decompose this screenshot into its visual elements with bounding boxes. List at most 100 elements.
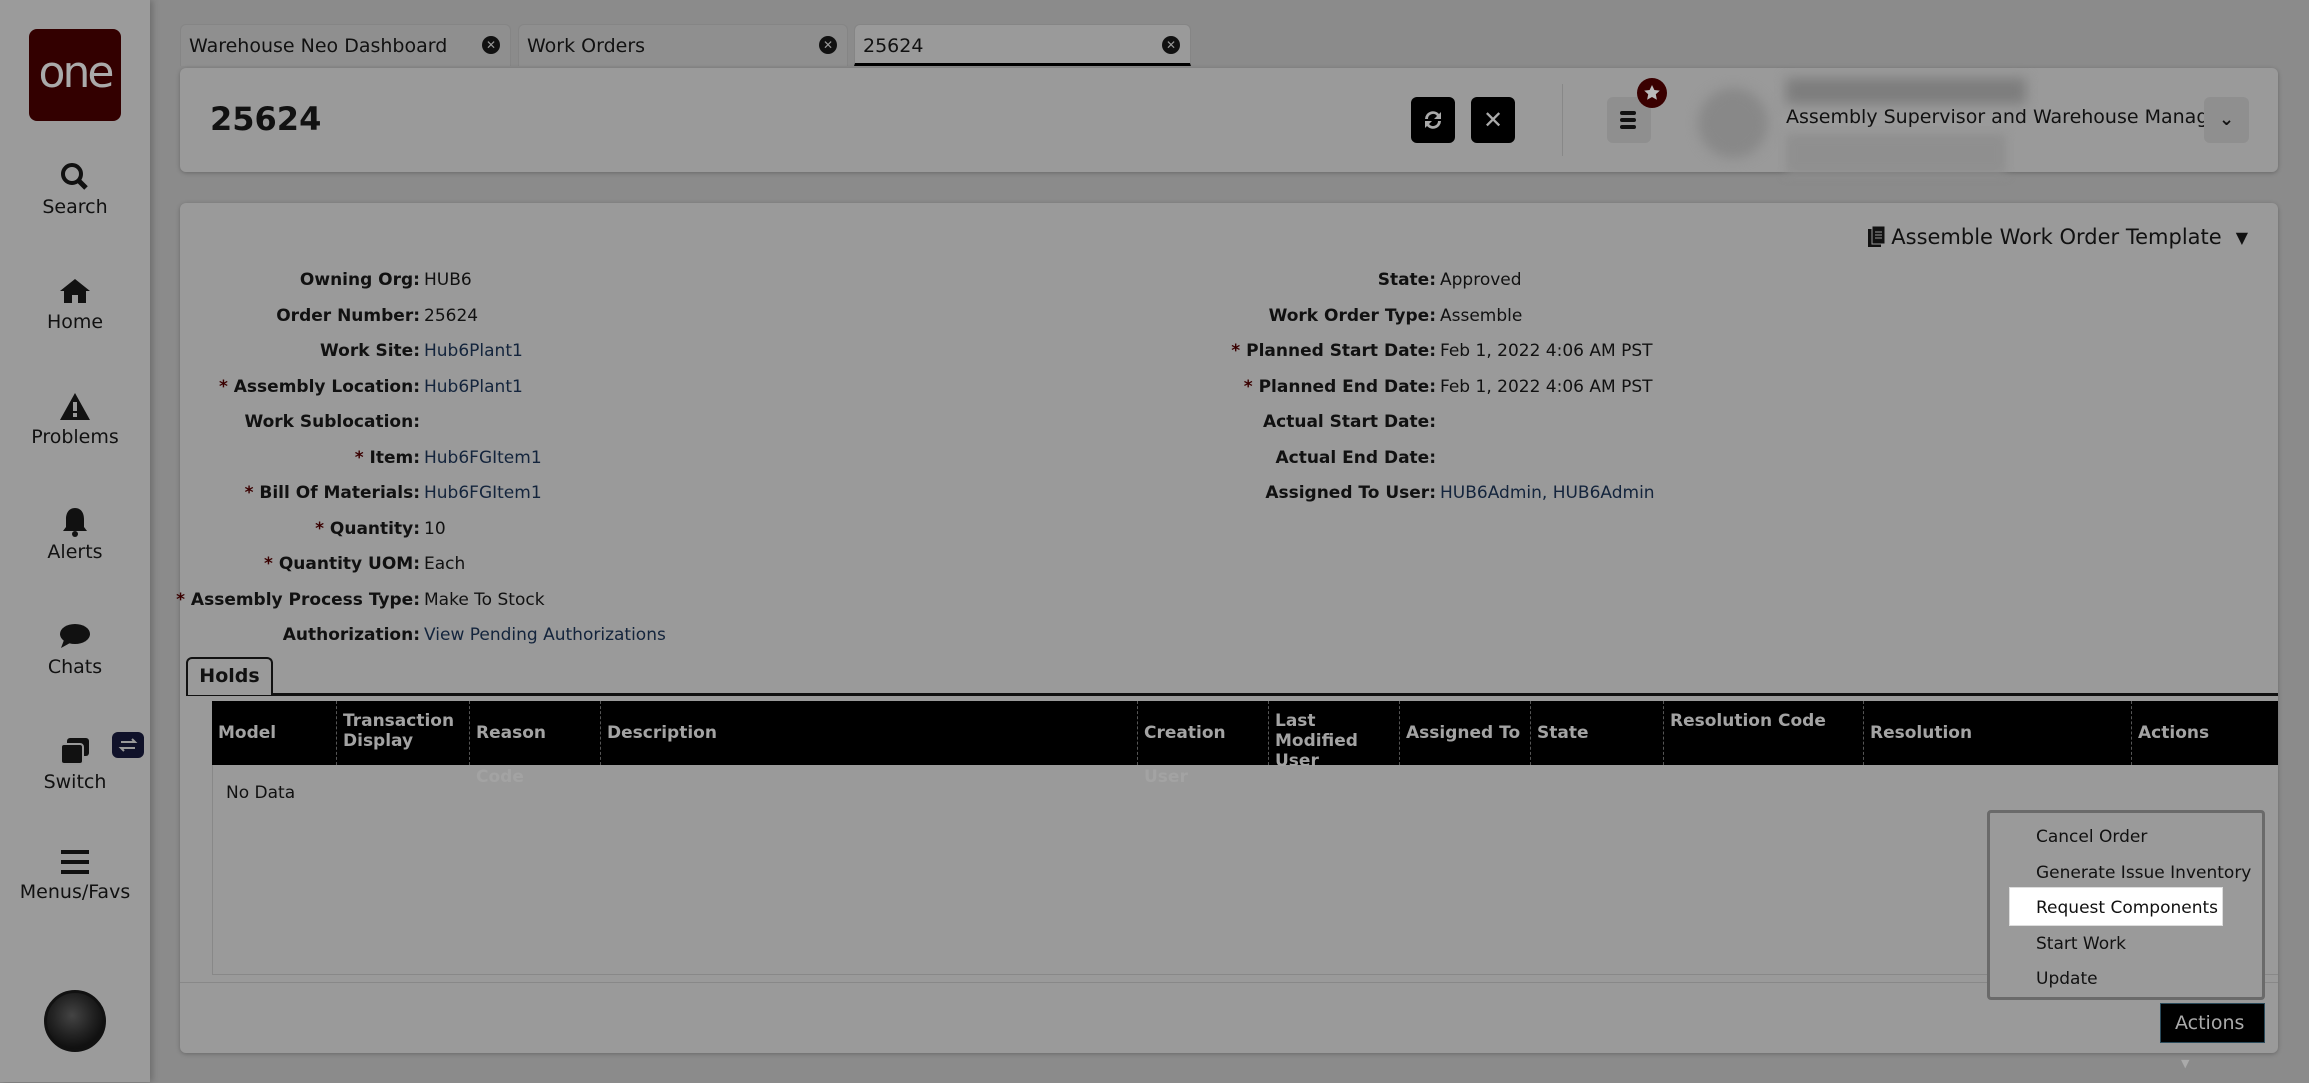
field-assembly-process-type: * Assembly Process Type: Make To Stock: [176, 588, 544, 612]
close-tab-icon[interactable]: ✕: [819, 36, 837, 54]
field-label: * Planned Start Date:: [1231, 339, 1436, 363]
field-label-text: Work Order Type:: [1268, 305, 1436, 326]
sidebar-item-alerts[interactable]: Alerts: [0, 505, 150, 563]
sidebar-item-menus-favs[interactable]: Menus/Favs: [0, 845, 150, 903]
column-header-transaction-display[interactable]: Transaction Display: [336, 701, 469, 765]
tab-holds[interactable]: Holds: [186, 657, 273, 695]
menu-item-cancel-order[interactable]: Cancel Order: [2036, 827, 2147, 847]
menu-item-start-work[interactable]: Start Work: [2036, 934, 2126, 954]
field-assigned-to-user: Assigned To User: HUB6Admin, HUB6Admin: [180, 481, 1654, 505]
field-actual-end-date: Actual End Date:: [180, 446, 1436, 470]
actions-menu: Cancel Order Generate Issue Inventory Requ…: [1987, 810, 2265, 1000]
bell-icon: [63, 508, 87, 537]
menu-item-request-components[interactable]: Request Components: [2036, 898, 2218, 918]
field-value: Approved: [1440, 270, 1522, 290]
sidebar-item-chats[interactable]: Chats: [0, 620, 150, 678]
field-label: Actual End Date:: [1275, 446, 1436, 470]
menu-item-update[interactable]: Update: [2036, 969, 2098, 989]
field-value: Feb 1, 2022 4:06 AM PST: [1440, 376, 1653, 397]
field-work-order-type: Work Order Type: Assemble: [180, 304, 1523, 328]
caret-down-icon: ▼: [2181, 1057, 2190, 1070]
close-tab-icon[interactable]: ✕: [1162, 36, 1180, 54]
field-label-text: Assembly Process Type:: [190, 589, 420, 610]
column-header-resolution-code[interactable]: Resolution Code: [1663, 701, 1863, 765]
field-authorization: Authorization: View Pending Authorization…: [180, 623, 666, 647]
user-menu-dropdown[interactable]: ⌄: [2204, 97, 2249, 143]
column-header-assigned-to[interactable]: Assigned To: [1399, 701, 1530, 765]
main-panel: Assemble Work Order Template ▼ Owning Or…: [176, 203, 2278, 1070]
menu-item-generate-issue-inventory[interactable]: Generate Issue Inventory: [2036, 863, 2251, 883]
field-label-text: Quantity:: [329, 518, 420, 539]
sidebar-item-label: Alerts: [47, 541, 103, 563]
column-header-state[interactable]: State: [1530, 701, 1663, 765]
warning-icon: [60, 393, 90, 420]
field-value[interactable]: HUB6Admin, HUB6Admin: [1440, 481, 1655, 505]
sidebar-item-label: Switch: [43, 771, 107, 793]
switch-arrows-icon[interactable]: [112, 732, 144, 758]
sidebar-item-search[interactable]: Search: [0, 160, 150, 218]
tab-label: 25624: [863, 35, 924, 57]
column-header-resolution[interactable]: Resolution: [1863, 701, 2131, 765]
field-label-text: Planned Start Date:: [1246, 341, 1436, 361]
field-label: Assigned To User:: [1265, 481, 1436, 505]
menu-icon: [61, 850, 89, 874]
user-avatar[interactable]: [44, 990, 106, 1052]
sidebar-item-problems[interactable]: Problems: [0, 390, 150, 448]
refresh-icon: [1425, 111, 1441, 129]
column-header-model[interactable]: Model: [212, 701, 336, 765]
search-icon: [61, 163, 88, 190]
field-label-text: Assigned To User:: [1265, 483, 1436, 503]
switch-icon: [60, 738, 89, 765]
column-header-actions[interactable]: Actions: [2131, 701, 2268, 765]
field-label-text: Actual Start Date:: [1263, 412, 1436, 432]
footer-divider: [180, 982, 2278, 983]
user-photo: [1698, 88, 1768, 158]
home-icon: [60, 279, 90, 303]
no-data-text: No Data: [226, 783, 296, 803]
sidebar-item-label: Chats: [47, 656, 103, 678]
close-button[interactable]: ✕: [1471, 97, 1515, 143]
required-marker: *: [1231, 341, 1247, 361]
field-label: * Assembly Process Type:: [176, 588, 420, 612]
app-logo[interactable]: one: [29, 29, 121, 121]
refresh-button[interactable]: [1411, 97, 1455, 143]
tab-warehouse-neo-dashboard[interactable]: Warehouse Neo Dashboard ✕: [180, 24, 511, 66]
field-quantity-uom: * Quantity UOM: Each: [180, 552, 465, 576]
document-icon: [1868, 225, 1886, 247]
sidebar-item-home[interactable]: Home: [0, 275, 150, 333]
column-header-last-modified-user[interactable]: Last Modified User: [1268, 701, 1399, 771]
field-label-text: Authorization:: [282, 625, 420, 645]
actions-button[interactable]: Actions ▼: [2160, 1003, 2265, 1070]
actions-label: Actions: [2175, 1012, 2245, 1034]
required-marker: *: [176, 589, 191, 610]
field-label-text: Actual End Date:: [1275, 447, 1436, 468]
field-value: Each: [424, 554, 466, 574]
tab-underline: [186, 693, 2278, 696]
table-border: [212, 765, 213, 975]
field-actual-start-date: Actual Start Date:: [180, 410, 1436, 434]
user-name-blurred: [1786, 78, 2026, 104]
required-marker: *: [1243, 376, 1259, 397]
field-value: Assemble: [1440, 305, 1523, 326]
field-label: Work Order Type:: [1269, 304, 1436, 328]
field-value: Make To Stock: [424, 589, 545, 610]
field-label-text: Quantity UOM:: [278, 554, 420, 574]
template-selector[interactable]: Assemble Work Order Template ▼: [1867, 225, 2248, 249]
column-header-creation-user[interactable]: Creation User: [1137, 701, 1268, 787]
field-quantity: * Quantity: 10: [180, 517, 446, 541]
required-marker: *: [264, 554, 279, 574]
close-tab-icon[interactable]: ✕: [482, 36, 500, 54]
column-header-reason-code[interactable]: Reason Code: [469, 701, 600, 787]
column-header-description[interactable]: Description: [600, 701, 1137, 765]
tab-25624[interactable]: 25624 ✕: [854, 24, 1191, 66]
favorite-star-badge[interactable]: [1637, 78, 1667, 108]
field-label-text: Planned End Date:: [1258, 376, 1436, 397]
field-label-text: State:: [1377, 270, 1436, 290]
tab-label: Work Orders: [527, 35, 646, 57]
tab-label: Warehouse Neo Dashboard: [189, 35, 448, 57]
tab-work-orders[interactable]: Work Orders ✕: [518, 24, 848, 66]
template-label: Assemble Work Order Template: [1891, 225, 2222, 249]
user-org-blurred: [1786, 134, 2006, 174]
field-value[interactable]: View Pending Authorizations: [424, 623, 666, 647]
sidebar: one Search Home Problems Alerts Chats Switch M…: [0, 0, 150, 1082]
